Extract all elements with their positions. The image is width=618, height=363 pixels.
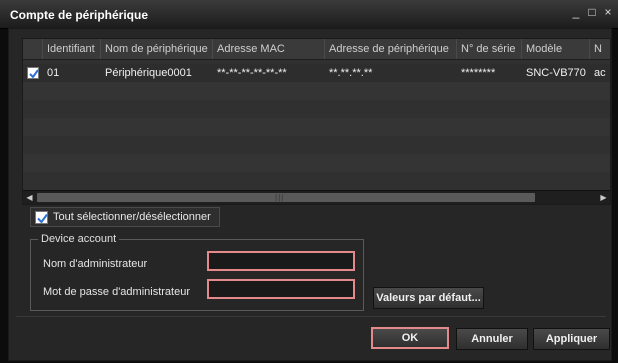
minimize-button[interactable]: _	[570, 5, 582, 19]
apply-button[interactable]: Appliquer	[533, 328, 610, 350]
column-header-mac[interactable]: Adresse MAC	[213, 39, 325, 59]
checkmark-icon	[29, 69, 39, 79]
table-header: Identifiant Nom de périphérique Adresse …	[23, 39, 610, 60]
table-row	[23, 172, 610, 190]
table-row	[23, 82, 610, 100]
admin-name-field[interactable]	[207, 251, 355, 271]
horizontal-scrollbar[interactable]: ◀ ||| ▶	[23, 190, 610, 204]
table-row	[23, 136, 610, 154]
divider	[16, 316, 606, 317]
ok-button[interactable]: OK	[371, 327, 449, 349]
cell-more: ac	[594, 67, 606, 79]
title-bar: Compte de périphérique _ □ ×	[0, 0, 618, 29]
maximize-button[interactable]: □	[586, 5, 598, 19]
column-header-more[interactable]: N	[590, 39, 610, 59]
cell-id: 01	[47, 67, 60, 79]
scroll-right-icon[interactable]: ▶	[597, 192, 610, 203]
admin-password-label: Mot de passe d'administrateur	[43, 286, 191, 298]
cell-mac: **-**-**-**-**-**	[217, 67, 287, 79]
column-header-name[interactable]: Nom de périphérique	[101, 39, 213, 59]
default-values-button[interactable]: Valeurs par défaut...	[373, 287, 484, 309]
close-button[interactable]: ×	[602, 5, 614, 19]
window-controls: _ □ ×	[570, 5, 614, 21]
column-header-check[interactable]	[23, 39, 43, 59]
device-account-group	[30, 239, 364, 311]
cell-model: SNC-VB770	[526, 67, 586, 79]
admin-name-label: Nom d'administrateur	[43, 258, 148, 270]
scrollbar-grip: |||	[275, 193, 285, 202]
checkmark-icon	[37, 213, 48, 224]
scroll-left-icon[interactable]: ◀	[23, 192, 36, 203]
scrollbar-thumb[interactable]	[37, 193, 535, 202]
column-header-model[interactable]: Modèle	[522, 39, 590, 59]
table-row[interactable]: 01 Périphérique0001 **-**-**-**-**-** **…	[23, 64, 610, 82]
device-table: Identifiant Nom de périphérique Adresse …	[22, 38, 611, 205]
cell-name: Périphérique0001	[105, 67, 192, 79]
select-all-toggle[interactable]: Tout sélectionner/désélectionner	[30, 207, 220, 227]
select-all-checkbox[interactable]	[35, 211, 48, 224]
column-header-address[interactable]: Adresse de périphérique	[325, 39, 457, 59]
cell-address: **.**.**.**	[329, 67, 373, 79]
table-row	[23, 154, 610, 172]
select-all-label: Tout sélectionner/désélectionner	[53, 211, 211, 223]
column-header-id[interactable]: Identifiant	[43, 39, 101, 59]
cell-serial: ********	[461, 67, 496, 79]
column-header-serial[interactable]: N° de série	[457, 39, 522, 59]
table-row	[23, 100, 610, 118]
window-title: Compte de périphérique	[10, 8, 149, 22]
row-checkbox[interactable]	[27, 67, 39, 79]
table-row	[23, 118, 610, 136]
cancel-button[interactable]: Annuler	[456, 328, 528, 350]
admin-password-field[interactable]	[207, 279, 355, 299]
device-account-legend: Device account	[38, 233, 120, 245]
